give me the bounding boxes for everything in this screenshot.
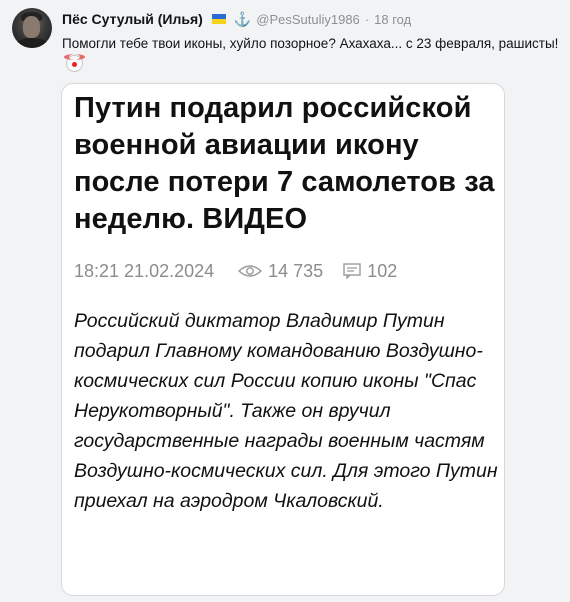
comments-count: 102 (367, 260, 398, 281)
anchor-icon: ⚓ (233, 10, 252, 27)
eye-icon (238, 265, 263, 277)
attached-image-card[interactable]: Путин подарил российской военной авиации… (61, 83, 505, 596)
clown-emoji-icon (64, 54, 85, 72)
article-datetime: 18:21 21.02.2024 (74, 260, 215, 281)
comment-icon (343, 263, 361, 279)
author-handle[interactable]: @PesSutuliy1986 (256, 12, 360, 27)
article-lead: Российский диктатор Владимир Путин подар… (74, 310, 498, 512)
author-name[interactable]: Пёс Сутулый (Илья) (62, 11, 203, 27)
tweet-timestamp[interactable]: 18 год (374, 12, 411, 27)
tweet-text-content: Помогли тебе твои иконы, хуйло позорное?… (62, 36, 559, 51)
tweet-header: Пёс Сутулый (Илья) ⚓ @PesSutuliy1986 · 1… (62, 9, 411, 29)
views-count: 14 735 (268, 260, 324, 281)
ukraine-flag-icon (211, 14, 226, 24)
separator-dot: · (364, 11, 370, 27)
article-headline: Путин подарил российской военной авиации… (74, 92, 495, 235)
tweet: Пёс Сутулый (Илья) ⚓ @PesSutuliy1986 · 1… (0, 0, 570, 602)
article-meta: 18:21 21.02.2024 14 735 102 (74, 259, 397, 283)
author-avatar[interactable] (12, 8, 52, 48)
tweet-text: Помогли тебе твои иконы, хуйло позорное?… (62, 33, 560, 75)
